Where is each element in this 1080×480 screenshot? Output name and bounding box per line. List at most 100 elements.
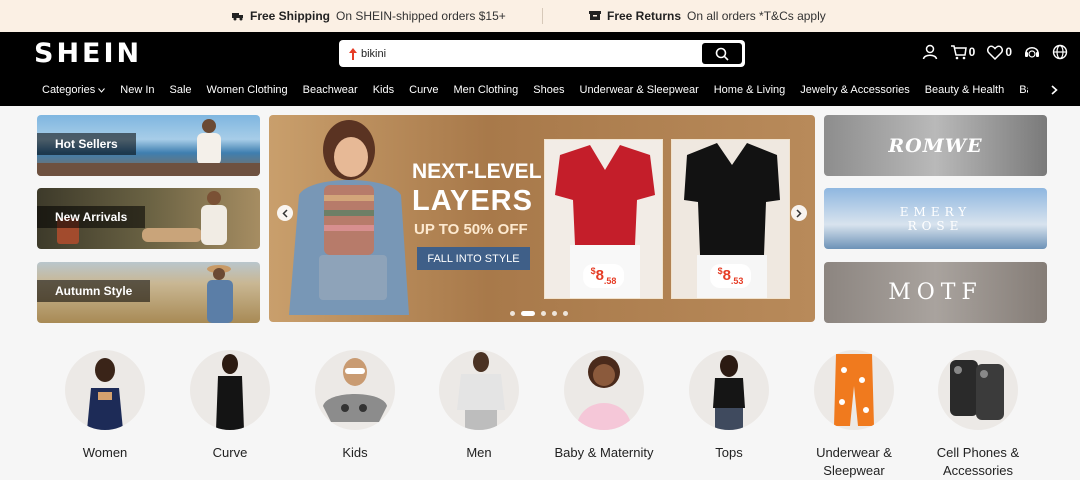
emery-rose-logo-line1: EMERY: [899, 204, 972, 219]
hero-discount: UP TO 50% OFF: [414, 221, 528, 238]
category-label: Cell Phones & Accessories: [936, 445, 1020, 478]
category-label: Curve: [212, 445, 248, 460]
site-header: SHEIN 0 0: [0, 32, 1080, 74]
category-image: [65, 350, 145, 430]
nav-item-sale[interactable]: Sale: [170, 84, 192, 96]
free-returns-title: Free Returns: [607, 9, 682, 23]
category-image: [315, 350, 395, 430]
category-image: [564, 350, 644, 430]
tile-label: Hot Sellers: [37, 133, 136, 155]
carousel-dot[interactable]: [541, 311, 546, 316]
nav-item-new-in[interactable]: New In: [120, 84, 154, 96]
shein-logo[interactable]: SHEIN: [34, 38, 142, 69]
cart-count: 0: [968, 45, 976, 59]
promo-bar: Free Shipping On SHEIN-shipped orders $1…: [0, 0, 1080, 32]
carousel-dot[interactable]: [510, 311, 515, 316]
price-cents: .58: [603, 276, 617, 286]
category-cell-phones-accessories[interactable]: Cell Phones & Accessories: [918, 350, 1038, 480]
category-image: [689, 350, 769, 430]
support-button[interactable]: [1024, 44, 1040, 60]
nav-item-categories[interactable]: Categories: [42, 84, 106, 96]
category-men[interactable]: Men: [419, 350, 539, 462]
hero-model-image: [289, 120, 409, 315]
search-bar: [339, 40, 745, 67]
emery-rose-logo-line2: ROSE: [907, 218, 964, 233]
user-icon: [922, 44, 937, 60]
nav-item-men-clothing[interactable]: Men Clothing: [453, 84, 518, 96]
category-underwear-sleepwear[interactable]: Underwear & Sleepwear: [794, 350, 914, 480]
category-kids[interactable]: Kids: [295, 350, 415, 462]
tile-new-arrivals[interactable]: New Arrivals: [37, 188, 260, 249]
tile-hot-sellers[interactable]: Hot Sellers: [37, 115, 260, 176]
brand-tile-emery-rose[interactable]: EMERY ROSE: [824, 188, 1047, 249]
globe-icon: [1052, 44, 1068, 60]
truck-icon: [232, 13, 243, 21]
category-image: [190, 350, 270, 430]
category-women[interactable]: Women: [45, 350, 165, 462]
category-baby-maternity[interactable]: Baby & Maternity: [544, 350, 664, 462]
category-curve[interactable]: Curve: [170, 350, 290, 462]
search-input[interactable]: [361, 43, 701, 64]
free-shipping-text: On SHEIN-shipped orders $15+: [336, 9, 506, 23]
romwe-logo: ROMWE: [888, 134, 983, 157]
trending-arrow-icon: [349, 47, 357, 60]
free-returns-text: On all orders *T&Cs apply: [687, 9, 826, 23]
cart-button[interactable]: 0: [950, 44, 976, 60]
nav-item-kids[interactable]: Kids: [373, 84, 394, 96]
nav-item-home-living[interactable]: Home & Living: [714, 84, 786, 96]
nav-label: Categories: [42, 84, 96, 96]
chevron-right-icon: [1050, 85, 1058, 95]
nav-item-underwear-sleepwear[interactable]: Underwear & Sleepwear: [580, 84, 699, 96]
price-tag: $8.53: [709, 264, 752, 288]
category-image: [814, 350, 894, 430]
nav-item-jewelry-accessories[interactable]: Jewelry & Accessories: [800, 84, 909, 96]
price-cents: .53: [730, 276, 744, 286]
carousel-indicators: [510, 311, 568, 316]
fall-into-style-button[interactable]: FALL INTO STYLE: [417, 247, 530, 270]
category-label: Men: [466, 445, 492, 460]
carousel-dot-active[interactable]: [521, 311, 535, 316]
hero-next-button[interactable]: [791, 205, 807, 221]
brand-tile-motf[interactable]: MOTF: [824, 262, 1047, 323]
return-box-icon: [589, 11, 601, 20]
category-label: Baby & Maternity: [554, 445, 654, 460]
hero-headline-line2: LAYERS: [412, 185, 533, 217]
tile-label: Autumn Style: [37, 280, 151, 302]
chevron-right-icon: [796, 208, 802, 218]
headset-icon: [1025, 47, 1039, 58]
chevron-down-icon: [98, 88, 106, 93]
nav-item-curve[interactable]: Curve: [409, 84, 438, 96]
category-tops[interactable]: Tops: [669, 350, 789, 462]
tile-label: New Arrivals: [37, 206, 146, 228]
hero-banner[interactable]: NEXT-LEVEL LAYERS UP TO 50% OFF FALL INT…: [269, 115, 815, 322]
category-nav: Categories New In Sale Women Clothing Be…: [0, 74, 1080, 106]
hero-product-red-top[interactable]: $8.58: [544, 139, 663, 299]
wishlist-button[interactable]: 0: [987, 44, 1012, 60]
nav-item-beachwear[interactable]: Beachwear: [303, 84, 358, 96]
search-icon: [715, 47, 729, 61]
language-button[interactable]: [1052, 44, 1068, 60]
brand-tile-romwe[interactable]: ROMWE: [824, 115, 1047, 176]
nav-item-women-clothing[interactable]: Women Clothing: [207, 84, 288, 96]
nav-next-button[interactable]: [1028, 74, 1080, 106]
hero-product-black-top[interactable]: $8.53: [671, 139, 790, 299]
free-shipping-promo[interactable]: Free Shipping On SHEIN-shipped orders $1…: [232, 0, 506, 32]
price-tag: $8.58: [582, 264, 625, 288]
wishlist-count: 0: [1005, 45, 1012, 59]
tile-autumn-style[interactable]: Autumn Style: [37, 262, 260, 323]
free-returns-promo[interactable]: Free Returns On all orders *T&Cs apply: [589, 0, 826, 32]
nav-item-shoes[interactable]: Shoes: [533, 84, 564, 96]
free-shipping-title: Free Shipping: [250, 9, 331, 23]
carousel-dot[interactable]: [563, 311, 568, 316]
hero-headline-line1: NEXT-LEVEL: [412, 160, 542, 183]
category-label: Women: [82, 445, 128, 460]
account-button[interactable]: [922, 44, 938, 60]
carousel-dot[interactable]: [552, 311, 557, 316]
search-button[interactable]: [702, 43, 742, 64]
promo-divider: [542, 8, 543, 24]
hero-prev-button[interactable]: [277, 205, 293, 221]
motf-logo: MOTF: [888, 280, 983, 305]
category-label: Underwear & Sleepwear: [816, 445, 892, 478]
nav-item-beauty-health[interactable]: Beauty & Health: [925, 84, 1005, 96]
category-label: Tops: [715, 445, 743, 460]
